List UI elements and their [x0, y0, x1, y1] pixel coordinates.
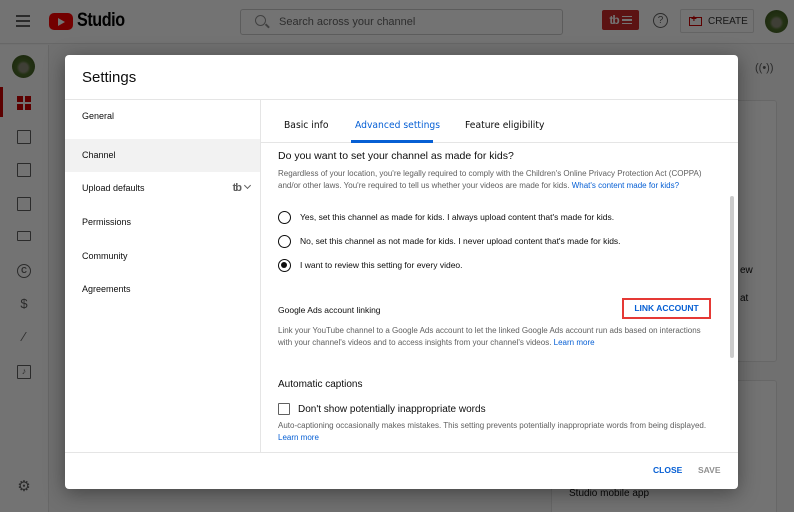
- dialog-title: Settings: [82, 69, 137, 86]
- learn-more-link[interactable]: Learn more: [278, 433, 319, 442]
- sidebar-item-label: General: [82, 111, 115, 121]
- sidebar-item-label: Community: [82, 251, 128, 261]
- active-tab-indicator: [351, 140, 433, 143]
- sidebar-item-permissions[interactable]: Permissions: [65, 206, 260, 239]
- tab-basic-info[interactable]: Basic info: [284, 120, 329, 143]
- settings-main: Basic info Advanced settings Feature eli…: [261, 100, 738, 452]
- tubebuddy-dropdown[interactable]: tb: [232, 172, 252, 205]
- radio-label: No, set this channel as not made for kid…: [300, 236, 621, 246]
- description-text: Auto-captioning occasionally makes mista…: [278, 421, 707, 430]
- made-for-kids-title: Do you want to set your channel as made …: [278, 150, 514, 162]
- sidebar-item-agreements[interactable]: Agreements: [65, 273, 260, 306]
- settings-sidebar: General Channel Upload defaults tb Permi…: [65, 100, 261, 452]
- captions-description: Auto-captioning occasionally makes mista…: [278, 420, 718, 443]
- save-button[interactable]: SAVE: [698, 465, 721, 475]
- scrollbar[interactable]: [730, 196, 734, 358]
- sidebar-item-label: Upload defaults: [82, 183, 145, 193]
- learn-more-link[interactable]: Learn more: [554, 338, 595, 347]
- made-for-kids-description: Regardless of your location, you're lega…: [278, 168, 708, 191]
- google-ads-label: Google Ads account linking: [278, 305, 381, 315]
- checkbox-label: Don't show potentially inappropriate wor…: [298, 403, 486, 415]
- automatic-captions-title: Automatic captions: [278, 379, 363, 390]
- settings-dialog: Settings General Channel Upload defaults…: [65, 55, 738, 489]
- radio-review-every-video[interactable]: I want to review this setting for every …: [278, 257, 463, 273]
- sidebar-item-label: Agreements: [82, 284, 131, 294]
- made-for-kids-link[interactable]: What's content made for kids?: [572, 181, 679, 190]
- inappropriate-words-checkbox-row[interactable]: Don't show potentially inappropriate wor…: [278, 403, 486, 415]
- radio-made-for-kids-yes[interactable]: Yes, set this channel as made for kids. …: [278, 209, 614, 225]
- tab-bar: Basic info Advanced settings Feature eli…: [261, 100, 738, 143]
- checkbox[interactable]: [278, 403, 290, 415]
- google-ads-description: Link your YouTube channel to a Google Ad…: [278, 325, 708, 348]
- link-account-button[interactable]: LINK ACCOUNT: [622, 298, 711, 319]
- radio-label: I want to review this setting for every …: [300, 260, 463, 270]
- close-button[interactable]: CLOSE: [653, 465, 682, 475]
- description-text: Link your YouTube channel to a Google Ad…: [278, 326, 701, 347]
- tab-feature-eligibility[interactable]: Feature eligibility: [465, 120, 544, 143]
- sidebar-item-general[interactable]: General: [65, 100, 260, 133]
- sidebar-item-label: Channel: [82, 150, 116, 160]
- chevron-down-icon: [243, 181, 252, 190]
- sidebar-item-community[interactable]: Community: [65, 240, 260, 273]
- radio-made-for-kids-no[interactable]: No, set this channel as not made for kid…: [278, 233, 621, 249]
- dialog-header: Settings: [65, 55, 738, 100]
- radio-button[interactable]: [278, 210, 291, 224]
- advanced-settings-content: Do you want to set your channel as made …: [261, 144, 738, 452]
- radio-button-checked[interactable]: [278, 258, 291, 272]
- sidebar-item-label: Permissions: [82, 217, 132, 227]
- radio-label: Yes, set this channel as made for kids. …: [300, 212, 615, 222]
- sidebar-item-channel[interactable]: Channel: [65, 139, 260, 172]
- dialog-footer: CLOSE SAVE: [65, 452, 738, 489]
- tubebuddy-icon: tb: [232, 182, 242, 194]
- radio-button[interactable]: [278, 234, 291, 248]
- sidebar-item-upload-defaults[interactable]: Upload defaults tb: [65, 172, 260, 205]
